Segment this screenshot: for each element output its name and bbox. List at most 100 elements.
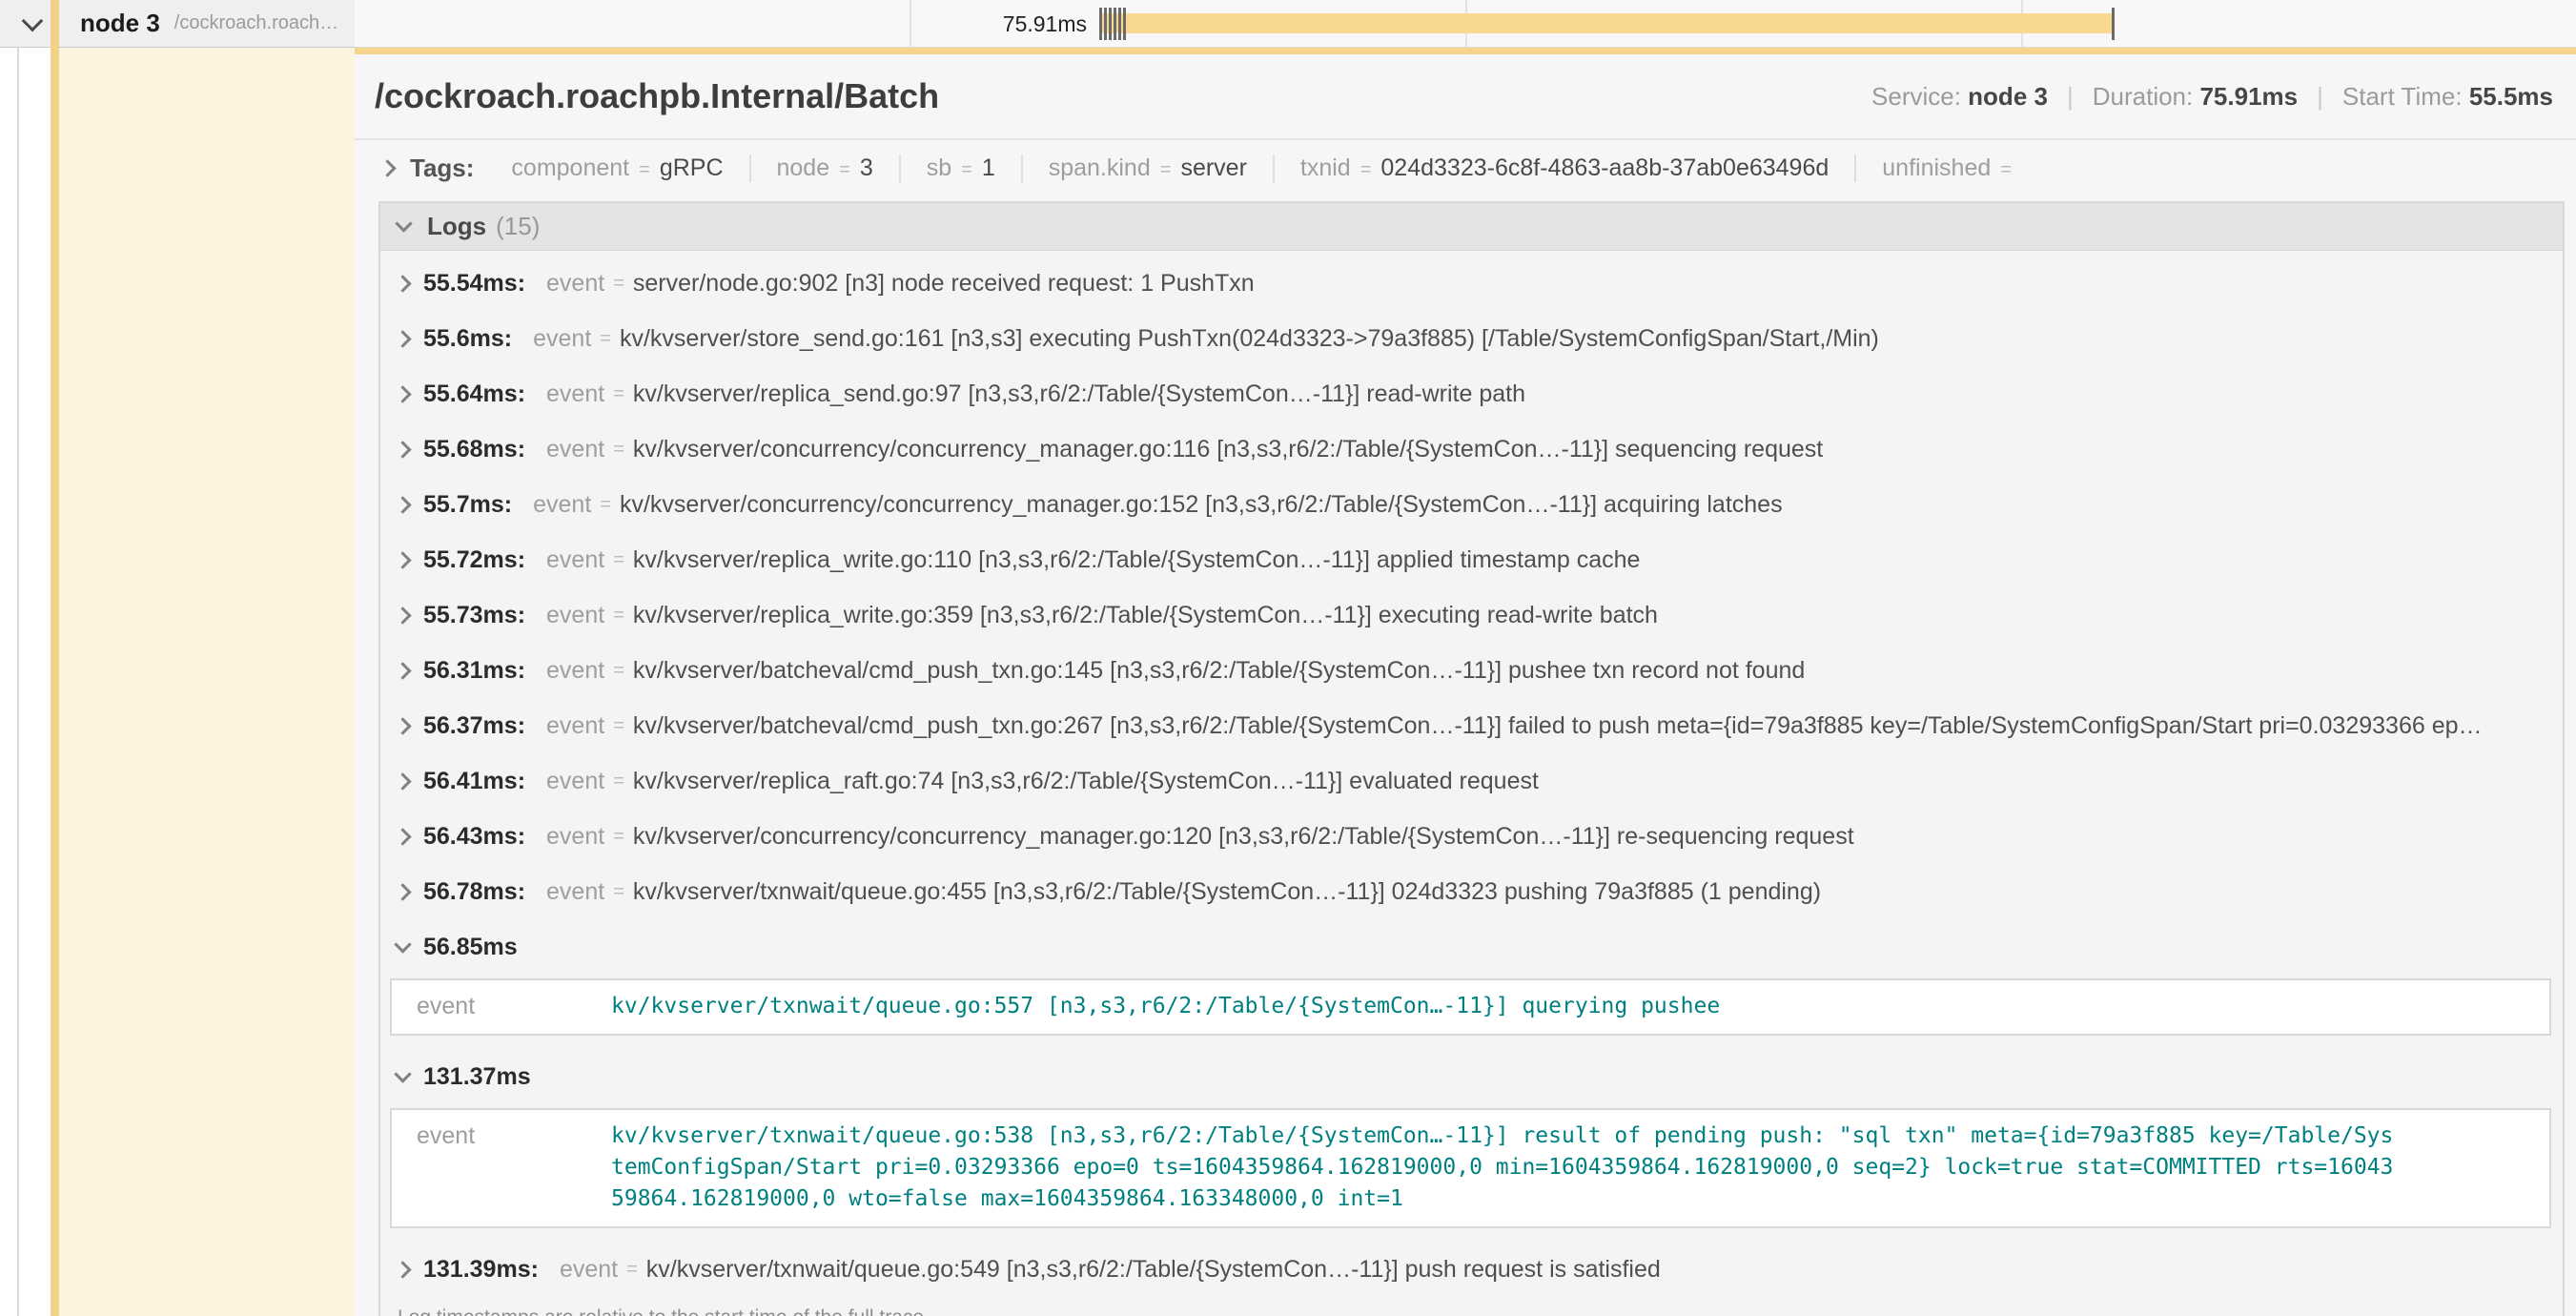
log-field-value: kv/kvserver/concurrency/concurrency_mana… <box>633 823 1854 851</box>
log-entry-header[interactable]: 131.37ms <box>380 1049 2563 1104</box>
equals-sign: = <box>613 771 624 792</box>
chevron-down-icon[interactable] <box>395 215 412 232</box>
log-entry[interactable]: 131.39ms:event=kv/kvserver/txnwait/queue… <box>380 1242 2563 1297</box>
chevron-right-icon[interactable] <box>394 883 411 900</box>
log-entry[interactable]: 55.68ms:event=kv/kvserver/concurrency/co… <box>380 422 2563 477</box>
equals-sign: = <box>613 715 624 737</box>
chevron-right-icon[interactable] <box>394 275 411 292</box>
chevron-right-icon[interactable] <box>394 662 411 679</box>
log-entry[interactable]: 55.72ms:event=kv/kvserver/replica_write.… <box>380 532 2563 587</box>
tag-key: node <box>777 154 830 182</box>
tag-key: component <box>511 154 629 182</box>
log-entry-header[interactable]: 56.85ms <box>380 919 2563 975</box>
log-entry[interactable]: 55.73ms:event=kv/kvserver/replica_write.… <box>380 587 2563 643</box>
log-field-value: kv/kvserver/replica_write.go:110 [n3,s3,… <box>633 546 1641 574</box>
log-field-value: kv/kvserver/txnwait/queue.go:455 [n3,s3,… <box>633 878 1821 906</box>
log-entry[interactable]: 55.7ms:event=kv/kvserver/concurrency/con… <box>380 477 2563 532</box>
log-timestamp: 55.73ms: <box>423 602 525 629</box>
log-timestamp: 56.31ms: <box>423 657 525 685</box>
tag-pill: span.kind = server <box>1023 154 1275 182</box>
chevron-right-icon[interactable] <box>394 441 411 458</box>
span-detail-panel: /cockroach.roachpb.Internal/Batch Servic… <box>355 48 2576 1316</box>
tag-key: span.kind <box>1049 154 1151 182</box>
meta-label: Service: <box>1871 82 1968 111</box>
span-detail-header: /cockroach.roachpb.Internal/Batch Servic… <box>355 54 2576 140</box>
chevron-down-icon[interactable] <box>394 936 411 953</box>
chevron-right-icon[interactable] <box>394 551 411 568</box>
span-duration-label: 75.91ms <box>972 0 1087 48</box>
span-bar-row: node 3 /cockroach.roach… 75.91ms <box>0 0 2576 48</box>
tag-pill: node=3 <box>751 154 901 182</box>
chevron-right-icon[interactable] <box>378 159 396 176</box>
log-entry[interactable]: 55.54ms:event=server/node.go:902 [n3] no… <box>380 256 2563 311</box>
log-field-key: event <box>546 602 604 629</box>
chevron-right-icon[interactable] <box>394 385 411 402</box>
chevron-right-icon[interactable] <box>394 772 411 790</box>
log-field-key: event <box>533 491 591 519</box>
log-timestamp: 55.64ms: <box>423 380 525 408</box>
chevron-down-icon[interactable] <box>22 10 44 31</box>
tree-guide-line <box>17 0 19 1316</box>
tag-pill: unfinished= <box>1856 154 2047 182</box>
span-title: /cockroach.roachpb.Internal/Batch <box>375 76 939 116</box>
meta-value: 75.91ms <box>2199 82 2298 111</box>
log-entry[interactable]: 55.64ms:event=kv/kvserver/replica_send.g… <box>380 366 2563 422</box>
log-entry[interactable]: 56.41ms: event = kv/kvserver/replica_raft.g… <box>380 753 2563 809</box>
log-marker-tick <box>1123 8 1126 40</box>
log-entry[interactable]: 56.78ms:event=kv/kvserver/txnwait/queue.… <box>380 864 2563 919</box>
equals-sign: = <box>613 549 624 571</box>
chevron-right-icon[interactable] <box>394 717 411 734</box>
tag-pill: txnid=024d3323-6c8f-4863-aa8b-37ab0e6349… <box>1275 154 1856 182</box>
span-duration-bar[interactable] <box>1099 13 2112 33</box>
meta-label: Start Time: <box>2342 82 2469 111</box>
tag-value: 3 <box>860 154 873 182</box>
logs-list: 55.54ms:event=server/node.go:902 [n3] no… <box>380 251 2563 1297</box>
log-marker-tick <box>1109 8 1112 40</box>
log-field-value: kv/kvserver/replica_raft.go:74 [n3,s3,r6… <box>633 768 1539 795</box>
log-timestamp: 56.85ms <box>423 934 518 961</box>
log-timestamp: 56.78ms: <box>423 878 525 906</box>
log-field-value: server/node.go:902 [n3] node received re… <box>633 270 1255 298</box>
chevron-down-icon[interactable] <box>394 1065 411 1082</box>
log-field-value: kv/kvserver/txnwait/queue.go:557 [n3,s3,… <box>611 991 2394 1022</box>
log-marker-tick <box>2112 8 2115 40</box>
log-marker-tick <box>1104 8 1107 40</box>
equals-sign: = <box>613 273 624 295</box>
chevron-right-icon[interactable] <box>394 496 411 513</box>
log-timestamp: 56.37ms: <box>423 712 525 740</box>
log-marker-tick <box>1114 8 1116 40</box>
log-field-key: event <box>546 768 604 795</box>
log-marker-tick <box>1099 8 1102 40</box>
log-timestamp: 131.39ms: <box>423 1256 539 1284</box>
equals-sign: = <box>600 328 611 350</box>
log-timestamp: 56.41ms: <box>423 768 525 795</box>
log-field-key: event <box>560 1256 618 1284</box>
log-timestamp: 55.68ms: <box>423 436 525 463</box>
tag-value: 024d3323-6c8f-4863-aa8b-37ab0e63496d <box>1380 154 1829 182</box>
tag-value: server <box>1180 154 1246 182</box>
chevron-right-icon[interactable] <box>394 828 411 845</box>
logs-title: Logs <box>427 212 486 241</box>
chevron-right-icon[interactable] <box>394 1261 411 1278</box>
log-marker-tick <box>1118 8 1121 40</box>
log-field-row: eventkv/kvserver/txnwait/queue.go:557 [n… <box>392 991 2549 1022</box>
log-entry[interactable]: 56.37ms:event=kv/kvserver/batcheval/cmd_… <box>380 698 2563 753</box>
log-field-key: event <box>546 380 604 408</box>
log-entry[interactable]: 56.31ms:event=kv/kvserver/batcheval/cmd_… <box>380 643 2563 698</box>
log-entry[interactable]: 56.43ms:event=kv/kvserver/concurrency/co… <box>380 809 2563 864</box>
chevron-right-icon[interactable] <box>394 607 411 624</box>
span-row-tint <box>59 48 355 1316</box>
meta-item: Start Time: 55.5ms <box>2342 82 2553 111</box>
equals-sign: = <box>1160 159 1172 181</box>
meta-value: node 3 <box>1968 82 2048 111</box>
logs-accordian-header[interactable]: Logs (15) <box>380 203 2563 251</box>
log-entry-expanded: 131.37mseventkv/kvserver/txnwait/queue.g… <box>380 1049 2563 1228</box>
log-timestamp: 55.72ms: <box>423 546 525 574</box>
equals-sign: = <box>613 439 624 461</box>
log-entry[interactable]: 55.6ms:event=kv/kvserver/store_send.go:1… <box>380 311 2563 366</box>
tags-accordian-header[interactable]: Tags: component=gRPCnode=3sb=1span.kind=… <box>355 140 2576 195</box>
meta-value: 55.5ms <box>2469 82 2553 111</box>
logs-accordian: Logs (15) 55.54ms:event=server/node.go:9… <box>378 201 2565 1316</box>
log-timestamp: 55.7ms: <box>423 491 512 519</box>
chevron-right-icon[interactable] <box>394 330 411 347</box>
